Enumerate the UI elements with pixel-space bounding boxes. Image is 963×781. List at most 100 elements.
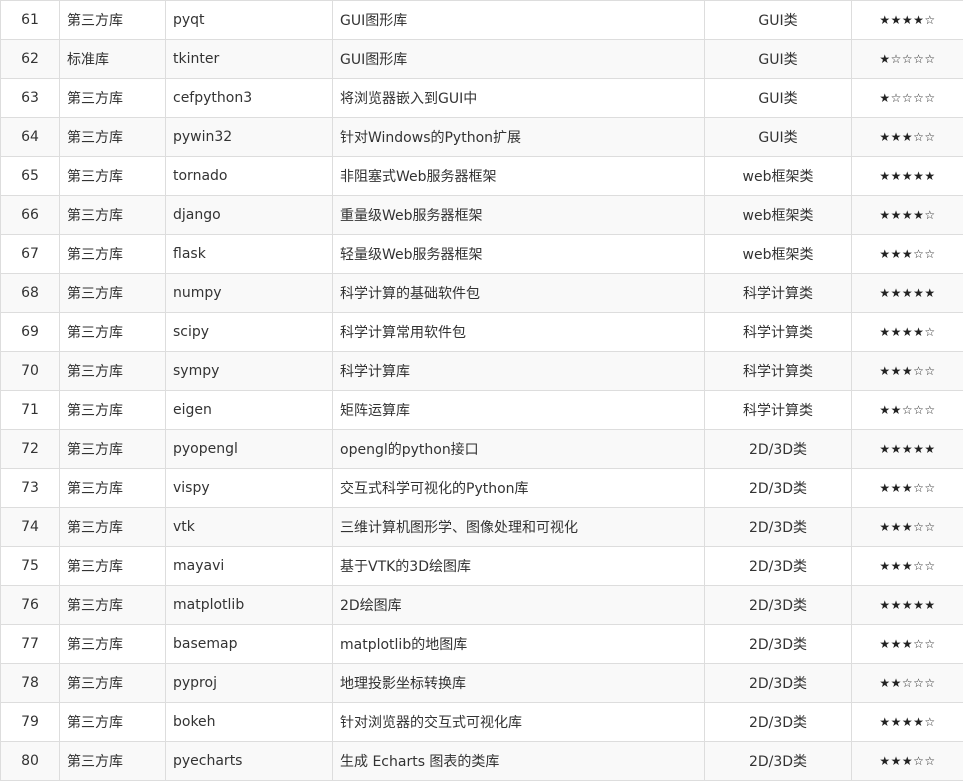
table-row: 61 第三方库 pyqt GUI图形库 GUI类 ★★★★☆ (0, 0, 963, 40)
library-name: vtk (165, 507, 333, 547)
table-row: 73 第三方库 vispy 交互式科学可视化的Python库 2D/3D类 ★★★☆☆ (0, 468, 963, 508)
library-type: 第三方库 (59, 273, 166, 313)
library-type: 第三方库 (59, 468, 166, 508)
table-row: 67 第三方库 flask 轻量级Web服务器框架 web框架类 ★★★☆☆ (0, 234, 963, 274)
table-row: 76 第三方库 matplotlib 2D绘图库 2D/3D类 ★★★★★ (0, 585, 963, 625)
row-number: 66 (0, 195, 60, 235)
star-rating: ★★★☆☆ (851, 624, 963, 664)
library-type: 第三方库 (59, 546, 166, 586)
library-category: web框架类 (704, 195, 852, 235)
library-description: 2D绘图库 (332, 585, 705, 625)
library-name: sympy (165, 351, 333, 391)
library-description: 轻量级Web服务器框架 (332, 234, 705, 274)
library-name: matplotlib (165, 585, 333, 625)
library-name: pyproj (165, 663, 333, 703)
library-name: bokeh (165, 702, 333, 742)
library-name: pyecharts (165, 741, 333, 781)
library-name: eigen (165, 390, 333, 430)
table-row: 65 第三方库 tornado 非阻塞式Web服务器框架 web框架类 ★★★★★ (0, 156, 963, 196)
table-row: 77 第三方库 basemap matplotlib的地图库 2D/3D类 ★★★☆☆ (0, 624, 963, 664)
star-rating: ★★★☆☆ (851, 741, 963, 781)
table-row: 68 第三方库 numpy 科学计算的基础软件包 科学计算类 ★★★★★ (0, 273, 963, 313)
table-row: 75 第三方库 mayavi 基于VTK的3D绘图库 2D/3D类 ★★★☆☆ (0, 546, 963, 586)
library-category: 2D/3D类 (704, 468, 852, 508)
library-description: 针对Windows的Python扩展 (332, 117, 705, 157)
star-rating: ★★★★★ (851, 429, 963, 469)
row-number: 74 (0, 507, 60, 547)
row-number: 77 (0, 624, 60, 664)
library-type: 第三方库 (59, 312, 166, 352)
library-name: pyqt (165, 0, 333, 40)
library-description: 重量级Web服务器框架 (332, 195, 705, 235)
library-type: 第三方库 (59, 195, 166, 235)
star-rating: ★★☆☆☆ (851, 390, 963, 430)
library-category: GUI类 (704, 117, 852, 157)
library-type: 第三方库 (59, 156, 166, 196)
library-category: 2D/3D类 (704, 507, 852, 547)
library-description: 生成 Echarts 图表的类库 (332, 741, 705, 781)
library-type: 标准库 (59, 39, 166, 79)
table-row: 78 第三方库 pyproj 地理投影坐标转换库 2D/3D类 ★★☆☆☆ (0, 663, 963, 703)
row-number: 69 (0, 312, 60, 352)
library-table: 61 第三方库 pyqt GUI图形库 GUI类 ★★★★☆ 62 标准库 tkinter GU… (0, 0, 963, 781)
library-category: GUI类 (704, 39, 852, 79)
star-rating: ★★★★★ (851, 273, 963, 313)
library-name: scipy (165, 312, 333, 352)
library-name: mayavi (165, 546, 333, 586)
star-rating: ★☆☆☆☆ (851, 78, 963, 118)
star-rating: ★★★★☆ (851, 195, 963, 235)
library-description: 科学计算库 (332, 351, 705, 391)
star-rating: ★★☆☆☆ (851, 663, 963, 703)
row-number: 64 (0, 117, 60, 157)
table-row: 71 第三方库 eigen 矩阵运算库 科学计算类 ★★☆☆☆ (0, 390, 963, 430)
library-description: 地理投影坐标转换库 (332, 663, 705, 703)
row-number: 72 (0, 429, 60, 469)
row-number: 61 (0, 0, 60, 40)
star-rating: ★★★☆☆ (851, 117, 963, 157)
row-number: 62 (0, 39, 60, 79)
library-type: 第三方库 (59, 351, 166, 391)
library-description: GUI图形库 (332, 39, 705, 79)
library-category: 2D/3D类 (704, 429, 852, 469)
library-description: 非阻塞式Web服务器框架 (332, 156, 705, 196)
library-category: 2D/3D类 (704, 624, 852, 664)
library-type: 第三方库 (59, 429, 166, 469)
row-number: 73 (0, 468, 60, 508)
library-name: tkinter (165, 39, 333, 79)
library-category: 2D/3D类 (704, 546, 852, 586)
library-type: 第三方库 (59, 702, 166, 742)
library-name: pywin32 (165, 117, 333, 157)
library-description: 科学计算常用软件包 (332, 312, 705, 352)
row-number: 63 (0, 78, 60, 118)
star-rating: ★★★★☆ (851, 702, 963, 742)
library-description: 交互式科学可视化的Python库 (332, 468, 705, 508)
table-row: 69 第三方库 scipy 科学计算常用软件包 科学计算类 ★★★★☆ (0, 312, 963, 352)
library-category: 2D/3D类 (704, 741, 852, 781)
library-type: 第三方库 (59, 741, 166, 781)
library-category: GUI类 (704, 78, 852, 118)
table-row: 80 第三方库 pyecharts 生成 Echarts 图表的类库 2D/3D类 ★★★… (0, 741, 963, 781)
star-rating: ★★★★★ (851, 156, 963, 196)
star-rating: ★★★☆☆ (851, 546, 963, 586)
library-description: matplotlib的地图库 (332, 624, 705, 664)
library-name: numpy (165, 273, 333, 313)
table-row: 63 第三方库 cefpython3 将浏览器嵌入到GUI中 GUI类 ★☆☆☆☆ (0, 78, 963, 118)
table-row: 70 第三方库 sympy 科学计算库 科学计算类 ★★★☆☆ (0, 351, 963, 391)
star-rating: ★★★★☆ (851, 312, 963, 352)
library-category: 2D/3D类 (704, 663, 852, 703)
table-row: 79 第三方库 bokeh 针对浏览器的交互式可视化库 2D/3D类 ★★★★☆ (0, 702, 963, 742)
library-name: tornado (165, 156, 333, 196)
library-category: 科学计算类 (704, 390, 852, 430)
row-number: 80 (0, 741, 60, 781)
library-category: 2D/3D类 (704, 585, 852, 625)
library-category: web框架类 (704, 156, 852, 196)
library-description: opengl的python接口 (332, 429, 705, 469)
row-number: 68 (0, 273, 60, 313)
library-type: 第三方库 (59, 0, 166, 40)
table-body: 61 第三方库 pyqt GUI图形库 GUI类 ★★★★☆ 62 标准库 tkinter GU… (0, 0, 963, 781)
row-number: 67 (0, 234, 60, 274)
library-name: flask (165, 234, 333, 274)
library-type: 第三方库 (59, 663, 166, 703)
row-number: 75 (0, 546, 60, 586)
library-category: 科学计算类 (704, 351, 852, 391)
